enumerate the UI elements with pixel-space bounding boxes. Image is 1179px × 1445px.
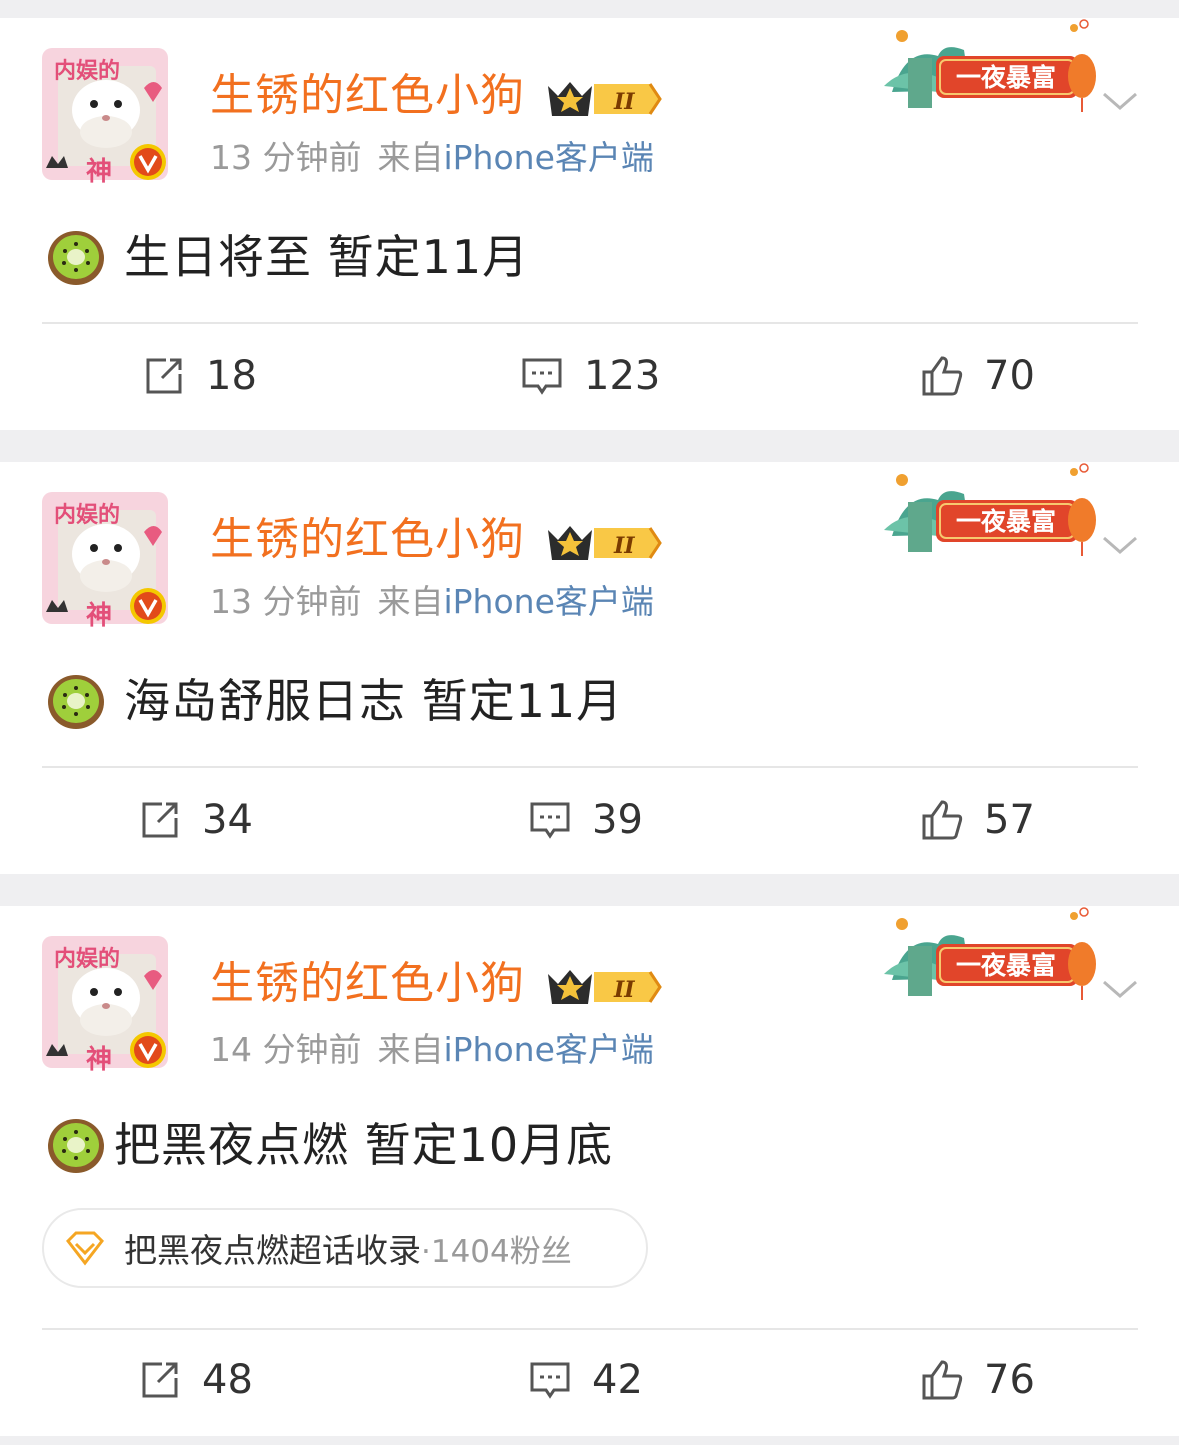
avatar[interactable]: 内娱的 神 (36, 928, 174, 1076)
kiwi-emoji-icon (48, 1119, 104, 1173)
repost-icon (142, 1362, 178, 1398)
source-device[interactable]: iPhone客户端 (443, 582, 653, 621)
svg-text:神: 神 (86, 1045, 112, 1075)
divider (42, 766, 1138, 768)
svg-text:内娱的: 内娱的 (54, 502, 120, 528)
comment-button[interactable]: 39 (528, 796, 643, 844)
repost-count: 18 (206, 353, 257, 399)
svg-text:神: 神 (86, 601, 112, 631)
post-card: 内娱的 神 生锈的红色小狗 II 13 分钟前来自iPhone客户端 一夜暴富 (0, 462, 1179, 874)
svg-text:神: 神 (86, 157, 112, 187)
post-meta: 13 分钟前 来自iPhone客户端 (210, 136, 654, 180)
source-prefix: 来自 (377, 582, 444, 621)
svg-text:内娱的: 内娱的 (54, 58, 120, 84)
post-content: 把黑夜点燃 暂定10月底 (46, 1112, 613, 1178)
post-text: 把黑夜点燃 暂定10月底 (114, 1118, 614, 1172)
comment-icon (530, 802, 570, 839)
svg-text:内娱的: 内娱的 (54, 946, 120, 972)
like-count: 57 (984, 797, 1035, 843)
vip-crown-icon[interactable]: II (544, 518, 662, 568)
svg-text:II: II (613, 89, 635, 115)
username[interactable]: 生锈的红色小狗 (210, 512, 525, 568)
repost-button[interactable]: 48 (138, 1356, 253, 1404)
svg-text:一夜暴富: 一夜暴富 (956, 951, 1056, 980)
chevron-down-icon[interactable] (1100, 80, 1140, 120)
like-count: 70 (984, 353, 1035, 399)
post-meta: 13 分钟前 来自iPhone客户端 (210, 580, 654, 624)
svg-text:II: II (613, 977, 635, 1003)
divider (42, 322, 1138, 324)
like-count: 76 (984, 1357, 1035, 1403)
post-time: 14 分钟前 (210, 1030, 362, 1069)
comment-count: 39 (592, 797, 643, 843)
repost-button[interactable]: 34 (138, 796, 253, 844)
post-card: 内娱的 神 生锈的红色小狗 II 14 分钟前来自iPhone客户端 一夜暴富 (0, 906, 1179, 1436)
source-prefix: 来自 (377, 138, 444, 177)
repost-count: 48 (202, 1357, 253, 1403)
yiye-baofu-badge[interactable]: 一夜暴富 (880, 462, 1100, 562)
comment-icon (530, 1362, 570, 1399)
svg-text:一夜暴富: 一夜暴富 (956, 507, 1056, 536)
thumbs-up-icon (922, 800, 963, 840)
avatar[interactable]: 内娱的 神 (36, 484, 174, 632)
vip-crown-icon[interactable]: II (544, 962, 662, 1012)
source-device[interactable]: iPhone客户端 (443, 138, 653, 177)
kiwi-emoji-icon (48, 675, 104, 729)
avatar[interactable]: 内娱的 神 (36, 40, 174, 188)
comment-count: 123 (584, 353, 661, 399)
comment-button[interactable]: 123 (520, 352, 660, 400)
username[interactable]: 生锈的红色小狗 (210, 956, 525, 1012)
yiye-baofu-badge[interactable]: 一夜暴富 (880, 18, 1100, 118)
comment-count: 42 (592, 1357, 643, 1403)
svg-text:II: II (613, 533, 635, 559)
topic-fans: ·1404粉丝 (421, 1233, 572, 1270)
like-button[interactable]: 76 (920, 1356, 1035, 1404)
like-button[interactable]: 57 (920, 796, 1035, 844)
comment-icon (522, 358, 562, 395)
post-meta: 14 分钟前 来自iPhone客户端 (210, 1028, 654, 1072)
post-text: 生日将至 暂定11月 (124, 230, 530, 284)
post-time: 13 分钟前 (210, 138, 362, 177)
post-text: 海岛舒服日志 暂定11月 (124, 674, 624, 728)
topic-name: 把黑夜点燃超话收录 (124, 1231, 421, 1270)
thumbs-up-icon (922, 356, 963, 396)
repost-count: 34 (202, 797, 253, 843)
vip-crown-icon[interactable]: II (544, 74, 662, 124)
divider (42, 1328, 1138, 1330)
yiye-baofu-badge[interactable]: 一夜暴富 (880, 906, 1100, 1006)
svg-text:一夜暴富: 一夜暴富 (956, 63, 1056, 92)
super-topic-link[interactable]: 把黑夜点燃超话收录 ·1404粉丝 (42, 1208, 648, 1288)
source-prefix: 来自 (377, 1030, 444, 1069)
post-content: 生日将至 暂定11月 (46, 224, 529, 290)
post-time: 13 分钟前 (210, 582, 362, 621)
repost-icon (142, 802, 178, 838)
diamond-icon (66, 1231, 104, 1266)
repost-button[interactable]: 18 (142, 352, 257, 400)
chevron-down-icon[interactable] (1100, 968, 1140, 1008)
like-button[interactable]: 70 (920, 352, 1035, 400)
username[interactable]: 生锈的红色小狗 (210, 68, 525, 124)
thumbs-up-icon (922, 1360, 963, 1400)
post-card: 内娱的 神 生锈的红色小狗 II 13 分钟前来自iPhone客户端 一夜暴富 (0, 18, 1179, 430)
repost-icon (146, 358, 182, 394)
chevron-down-icon[interactable] (1100, 524, 1140, 564)
kiwi-emoji-icon (48, 231, 104, 285)
comment-button[interactable]: 42 (528, 1356, 643, 1404)
post-content: 海岛舒服日志 暂定11月 (46, 668, 623, 734)
source-device[interactable]: iPhone客户端 (443, 1030, 653, 1069)
